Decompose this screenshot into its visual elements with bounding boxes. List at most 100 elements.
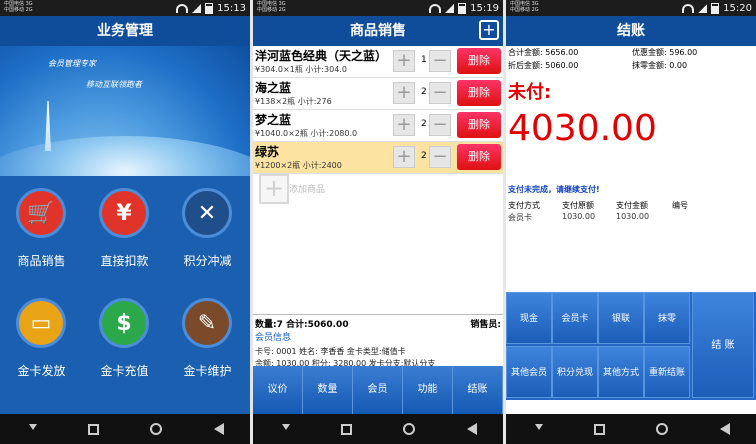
tile-card-maintain[interactable]: ✎ 金卡维护 [166,286,249,390]
tile-direct-deduct[interactable]: ¥ 直接扣款 [83,176,166,280]
signal-icon [445,3,455,13]
salesperson-label: 销售员: [470,320,501,330]
cash-key[interactable]: 现金 [506,292,552,344]
quantity-button[interactable]: 数量 [303,366,353,414]
recent-apps-icon[interactable] [87,423,99,435]
pay-header: 支付方式 [508,201,540,210]
unpaid-amount: 4030.00 [508,108,657,149]
tile-label: 积分冲减 [183,254,232,268]
earth-graphic [0,136,250,176]
item-qty: 2 [421,119,427,129]
item-detail: ¥304.0×1瓶 小计:304.0 [255,65,347,74]
other-member-key[interactable]: 其他会员 [506,346,552,398]
carrier-2: 中国移动 2G [4,7,33,13]
wifi-icon [429,3,442,13]
tile-label: 直接扣款 [100,254,149,268]
plus-icon[interactable]: + [393,50,415,72]
page-title: 结账 [506,16,756,46]
list-item[interactable]: 海之蓝 ¥138×2瓶 小计:276 + 2 − 删除 [253,78,503,110]
plus-icon[interactable]: + [393,82,415,104]
delete-button[interactable]: 删除 [457,112,501,138]
signal-icon [698,3,708,13]
erase-key[interactable]: 抹零 [644,292,690,344]
back-icon[interactable] [720,423,731,435]
add-goods-plus-icon[interactable]: + [479,20,499,40]
pay-cell: 1030.00 [562,212,596,221]
carrier-2: 中国移动 2G [257,7,286,13]
carrier-2: 中国移动 2G [510,7,539,13]
payment-message: 支付未完成，请继续支付! [508,185,600,194]
minus-icon[interactable]: − [429,146,451,168]
add-goods-row[interactable]: + 添加商品 [259,174,459,204]
yuan-icon: ¥ [99,188,149,238]
pay-cell: 会员卡 [508,213,532,222]
status-bar: 中国电信 3G 中国移动 2G 15:20 [506,0,756,16]
pay-header: 支付原额 [562,201,594,210]
minus-icon[interactable]: − [429,50,451,72]
item-name: 绿苏 [255,145,280,159]
minus-icon[interactable]: − [429,82,451,104]
battery-icon [711,2,720,14]
minus-icon[interactable]: − [429,114,451,136]
status-time: 15:13 [217,2,246,14]
list-item[interactable]: 梦之蓝 ¥1040.0×2瓶 小计:2080.0 + 2 − 删除 [253,110,503,142]
checkout-button[interactable]: 结账 [453,366,503,414]
points-icon: ✕ [182,188,232,238]
delete-button[interactable]: 删除 [457,144,501,170]
system-navbar [253,414,503,444]
back-icon[interactable] [214,423,225,435]
menu-icon[interactable] [26,424,37,434]
item-detail: ¥1200×2瓶 小计:2400 [255,161,342,170]
list-item[interactable]: 洋河蓝色经典（天之蓝） ¥304.0×1瓶 小计:304.0 + 1 − 删除 [253,46,503,78]
discount-amount: 优惠金额: 596.00 [632,48,698,57]
member-button[interactable]: 会员 [353,366,403,414]
banner-slogan-1: 会员管理专家 [48,59,96,68]
recheckout-key[interactable]: 重新结账 [644,346,690,398]
recent-apps-icon[interactable] [593,423,605,435]
negotiate-button[interactable]: 议价 [253,366,303,414]
system-navbar [506,414,756,444]
tile-label: 商品销售 [17,254,66,268]
other-method-key[interactable]: 其他方式 [598,346,644,398]
banner-image: 会员管理专家 移动互联领跑者 [0,46,250,176]
function-button[interactable]: 功能 [403,366,453,414]
item-qty: 2 [421,87,427,97]
plus-icon[interactable]: + [393,146,415,168]
payment-keypad: 现金 会员卡 银联 抹零 其他会员 积分兑现 其他方式 重新结账 结 账 [506,292,756,400]
plus-icon[interactable]: + [393,114,415,136]
tower-graphic [45,101,51,151]
status-bar: 中国电信 3G 中国移动 2G 15:19 [253,0,503,16]
list-item-selected[interactable]: 绿苏 ¥1200×2瓶 小计:2400 + 2 − 删除 [253,142,503,174]
unionpay-key[interactable]: 银联 [598,292,644,344]
member-info-title: 会员信息 [255,333,292,343]
tile-points-offset[interactable]: ✕ 积分冲减 [166,176,249,280]
points-redeem-key[interactable]: 积分兑现 [552,346,598,398]
item-detail: ¥138×2瓶 小计:276 [255,97,332,106]
tile-card-issue[interactable]: ▭ 金卡发放 [0,286,83,390]
home-icon[interactable] [403,423,416,435]
member-card-key[interactable]: 会员卡 [552,292,598,344]
cart-icon: 🛒 [16,188,66,238]
erase-amount: 抹零金额: 0.00 [632,61,688,70]
delete-button[interactable]: 删除 [457,48,501,74]
item-name: 海之蓝 [255,81,292,95]
pay-header: 支付金额 [616,201,648,210]
sales-action-bar: 议价 数量 会员 功能 结账 [253,366,503,414]
status-time: 15:19 [470,2,499,14]
wifi-icon [176,3,189,13]
total-amount: 合计金额: 5656.00 [508,48,579,57]
delete-button[interactable]: 删除 [457,80,501,106]
signal-icon [192,3,202,13]
recent-apps-icon[interactable] [340,423,352,435]
menu-icon[interactable] [279,424,290,434]
member-info-line-1: 卡号: 0001 姓名: 李香香 金卡类型:储值卡 [255,347,406,356]
home-icon[interactable] [150,423,163,435]
checkout-key[interactable]: 结 账 [692,292,754,398]
item-name: 洋河蓝色经典（天之蓝） [255,49,388,63]
tile-goods-sales[interactable]: 🛒 商品销售 [0,176,83,280]
unpaid-label: 未付: [508,82,552,103]
menu-icon[interactable] [532,424,543,434]
home-icon[interactable] [656,423,669,435]
back-icon[interactable] [467,423,478,435]
tile-card-recharge[interactable]: $ 金卡充值 [83,286,166,390]
